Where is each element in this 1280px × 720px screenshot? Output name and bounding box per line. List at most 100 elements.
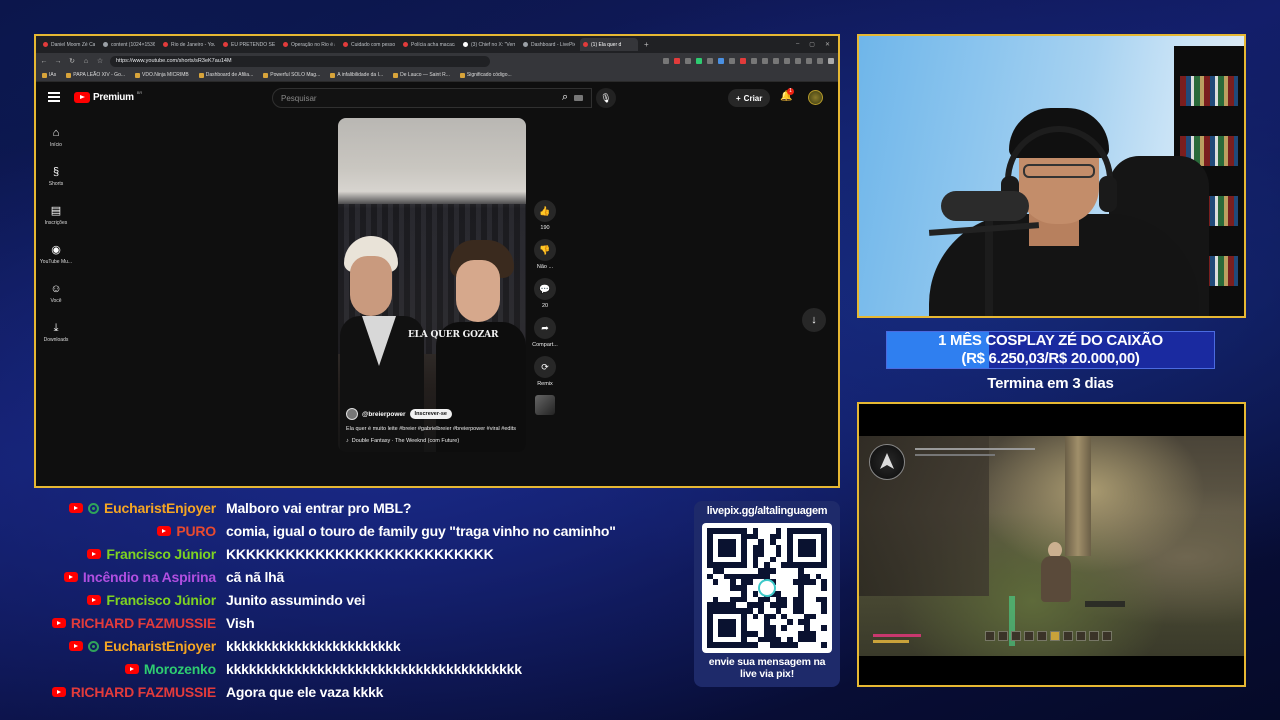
chat-message: RICHARD FAZMUSSIE Agora que ele vaza kkkk (0, 682, 690, 702)
sidebar-item-you[interactable]: ☺ Você (36, 278, 76, 317)
account-avatar[interactable] (808, 90, 823, 105)
tab-title: Dashboard - LivePix (531, 41, 575, 48)
extension-icon[interactable] (729, 58, 735, 64)
short-video-player[interactable]: ELA QUER GOZAR @breierpower Inscrever-se… (338, 118, 526, 452)
bookmark-item[interactable]: PAPA LEÃO XIV - Go... (66, 72, 125, 78)
minimize-button[interactable]: – (796, 41, 799, 48)
close-window-button[interactable]: ✕ (825, 41, 830, 48)
channel-avatar[interactable] (346, 408, 358, 420)
menu-icon[interactable] (48, 92, 60, 104)
extension-icon[interactable] (784, 58, 790, 64)
extension-icon[interactable] (751, 58, 757, 64)
bookmark-label: IAs (49, 72, 57, 78)
share-button[interactable]: ➦ Compart... (530, 317, 560, 348)
keyboard-icon[interactable] (574, 95, 583, 101)
compass-icon (869, 444, 905, 480)
tab-favicon-icon (283, 42, 288, 47)
you-icon: ☺ (50, 283, 62, 295)
tab-favicon-icon (43, 42, 48, 47)
extension-icon[interactable] (674, 58, 680, 64)
youtube-badge-icon (87, 549, 102, 559)
short-description[interactable]: Ela quer é muito leite #breier #gabrielb… (346, 425, 522, 434)
browser-tab[interactable]: EU PRETENDO SER CH (220, 38, 278, 51)
like-button[interactable]: 👍 190 (530, 200, 560, 231)
tab-favicon-icon (463, 42, 468, 47)
browser-tab[interactable]: Operação no Rio é ap (280, 38, 338, 51)
bookmark-item[interactable]: De Lauco — Saint R... (393, 72, 450, 78)
browser-tab[interactable]: Daniel Moom Zé Caix (40, 38, 98, 51)
youtube-badge-icon (157, 526, 172, 536)
url-input[interactable]: https://www.youtube.com/shorts/sR3eK7au1… (110, 55, 490, 67)
qr-footer: envie sua mensagem na live via pix! (694, 656, 840, 680)
extension-icon[interactable] (740, 58, 746, 64)
chat-username: PURO (176, 523, 216, 539)
browser-tab[interactable]: Rio de Janeiro - YouTu (160, 38, 218, 51)
chat-message: Morozenko kkkkkkkkkkkkkkkkkkkkkkkkkkkkkkk… (0, 659, 690, 679)
extension-icon[interactable] (685, 58, 691, 64)
bookmark-label: A infalibilidade da I... (337, 72, 384, 78)
tab-strip: Daniel Moom Zé Caix content (1024×1536) Ri… (36, 36, 838, 53)
sidebar-item-downloads[interactable]: ⤓ Downloads (36, 317, 76, 356)
video-overlay-caption: ELA QUER GOZAR (408, 330, 499, 340)
bookmark-item[interactable]: Powerful SOLO Mag... (263, 72, 320, 78)
member-badge-icon (88, 640, 100, 652)
bookmark-item[interactable]: IAs (42, 72, 56, 78)
browser-tab[interactable]: Cuidado com pessoas (340, 38, 398, 51)
extension-icon[interactable] (762, 58, 768, 64)
back-icon[interactable]: ← (40, 58, 48, 65)
bookmark-star-icon[interactable]: ☆ (96, 57, 104, 65)
sidebar-item-home[interactable]: ⌂ Início (36, 122, 76, 161)
sidebar-item-subscriptions[interactable]: ▤ Inscrições (36, 200, 76, 239)
extension-icon[interactable] (663, 58, 669, 64)
forward-icon[interactable]: → (54, 58, 62, 65)
browser-tab[interactable]: Dashboard - LivePix (520, 38, 578, 51)
browser-tab[interactable]: (1) Ela quer d (580, 38, 638, 51)
audio-thumbnail[interactable] (535, 395, 555, 415)
youtube-logo[interactable]: Premium BR (74, 90, 142, 103)
new-tab-button[interactable]: + (644, 40, 649, 49)
bookmark-item[interactable]: A infalibilidade da I... (330, 72, 383, 78)
search-input[interactable]: Pesquisar (272, 88, 592, 108)
tab-title: Rio de Janeiro - YouTu (171, 41, 215, 48)
browser-tab[interactable]: content (1024×1536) (100, 38, 158, 51)
bookmark-item[interactable]: VDO.Ninja MICRIMB (135, 72, 189, 78)
short-info-overlay: ELA QUER GOZAR @breierpower Inscrever-se… (346, 330, 522, 444)
remix-button[interactable]: ⟳ Remix (530, 356, 560, 387)
member-badge-icon (88, 502, 100, 514)
browser-tab[interactable]: Polícia acha macacão (400, 38, 458, 51)
bookmark-item[interactable]: Dashboard de Afilia... (198, 72, 253, 78)
extension-icon[interactable] (817, 58, 823, 64)
tab-title: (1) Ela quer d (591, 41, 622, 48)
home-icon[interactable]: ⌂ (82, 58, 90, 65)
share-label: Compart... (532, 342, 558, 348)
sidebar-item-youtube-music[interactable]: ◉ YouTube Mu... (36, 239, 76, 278)
maximize-button[interactable]: ▢ (809, 41, 815, 48)
tab-title: Cuidado com pessoas (351, 41, 395, 48)
extension-icon[interactable] (696, 58, 702, 64)
extension-icon[interactable] (773, 58, 779, 64)
extension-icon[interactable] (707, 58, 713, 64)
browser-tab[interactable]: (3) Chief no X: "Verm (460, 38, 518, 51)
search-icon[interactable]: ⌕ (562, 91, 568, 104)
song-row[interactable]: ♪ Double Fantasy · The Weeknd (com Futur… (346, 438, 522, 444)
comments-icon: 💬 (534, 278, 556, 300)
chat-text: Vish (226, 615, 255, 631)
sidebar-item-shorts[interactable]: § Shorts (36, 161, 76, 200)
sidebar-item-label: Downloads (43, 337, 69, 343)
extension-icon[interactable] (795, 58, 801, 64)
create-button[interactable]: + Criar (728, 89, 771, 107)
browser-menu-icon[interactable] (828, 58, 834, 64)
tab-title: (3) Chief no X: "Verm (471, 41, 515, 48)
chat-username: Morozenko (143, 661, 216, 677)
tab-favicon-icon (583, 42, 588, 47)
comments-button[interactable]: 💬 20 (530, 278, 560, 309)
reload-icon[interactable]: ↻ (68, 57, 76, 65)
microphone-icon[interactable]: 🎙 (596, 88, 616, 108)
extension-icon[interactable] (806, 58, 812, 64)
bookmark-item[interactable]: Significado código... (459, 72, 512, 78)
next-short-down-icon[interactable]: ↓ (802, 308, 826, 332)
extension-icon[interactable] (718, 58, 724, 64)
subscribe-button[interactable]: Inscrever-se (409, 409, 452, 419)
dislike-button[interactable]: 👎 Não ... (530, 239, 560, 270)
channel-name[interactable]: @breierpower (362, 411, 406, 418)
